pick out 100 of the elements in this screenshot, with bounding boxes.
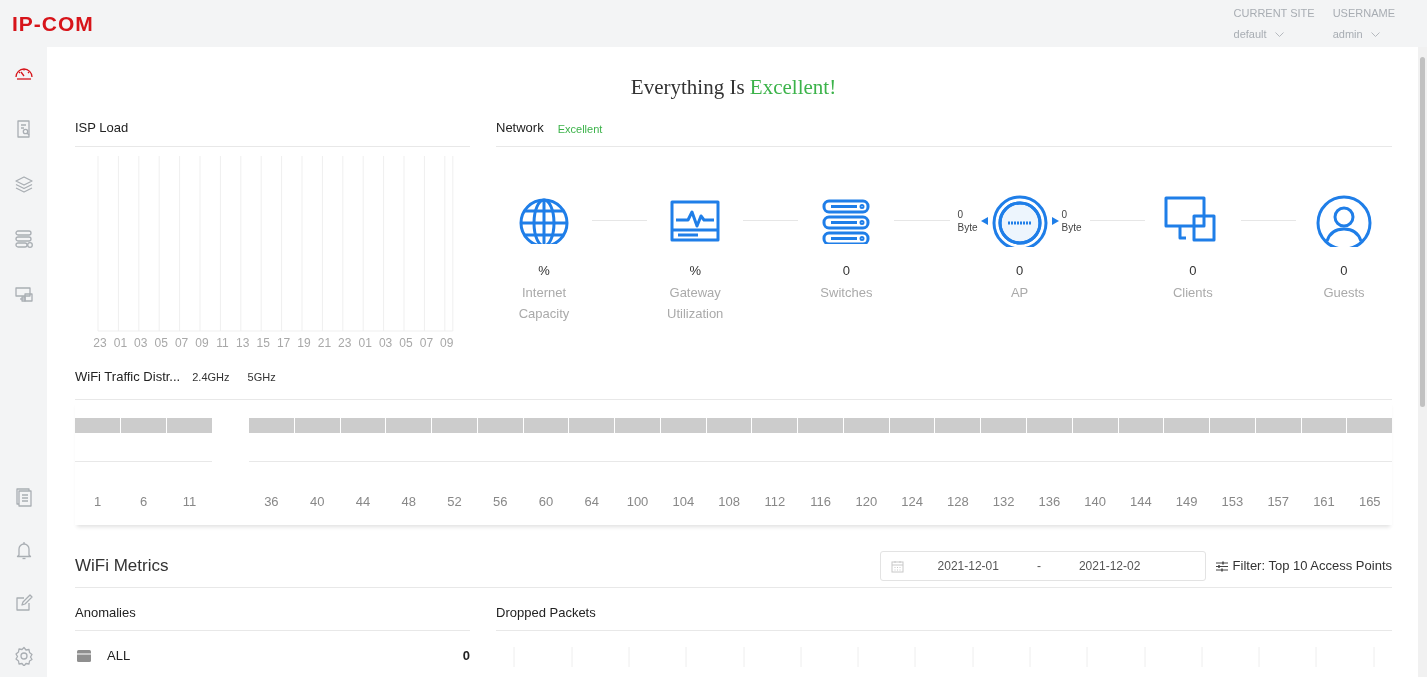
traffic-value: 0 <box>957 208 965 221</box>
node-label: AP <box>1009 284 1030 302</box>
headline-text: Everything Is <box>630 75 745 99</box>
axis-label: 01 <box>358 335 372 352</box>
traffic-bar <box>340 418 386 433</box>
channel-label: 120 <box>855 494 878 509</box>
axis-label: 21 <box>317 335 332 352</box>
channel-label: 157 <box>1267 494 1290 509</box>
channel-label: 6 <box>139 494 148 509</box>
axis-label: 07 <box>419 335 434 352</box>
date-range-field[interactable]: 2021-12-01 - 2021-12-02 <box>879 551 1206 581</box>
globe-icon <box>519 198 569 244</box>
channel-label: 64 <box>584 494 599 509</box>
traffic-bar <box>432 418 477 433</box>
axis-label: 11 <box>216 335 229 352</box>
traffic-bar <box>294 418 340 433</box>
traffic-bar <box>1072 418 1118 433</box>
chevron-down-icon <box>1370 31 1380 37</box>
traffic-bar <box>523 418 569 433</box>
node-label: Guests <box>1322 284 1366 302</box>
channel-label: 36 <box>264 494 279 509</box>
axis-label: 05 <box>399 335 413 352</box>
channel-label: 124 <box>901 494 923 509</box>
channel-label: 11 <box>182 494 197 509</box>
traffic-bar <box>1164 418 1210 433</box>
anomaly-count: 0 <box>462 647 470 666</box>
sliders-icon <box>1215 560 1228 572</box>
section-title: Dropped Packets <box>496 588 1392 631</box>
node-value: 0 <box>842 263 850 279</box>
traffic-value: 0 <box>1061 208 1069 221</box>
site-label: CURRENT SITE <box>1233 5 1315 21</box>
traffic-bar <box>798 418 843 433</box>
traffic-bar <box>1301 418 1347 433</box>
username-label: USERNAME <box>1332 5 1395 21</box>
channel-label: 136 <box>1038 494 1061 509</box>
node-value: % <box>538 263 550 279</box>
axis-label: 19 <box>297 335 311 352</box>
server-stack-icon[interactable] <box>12 228 35 250</box>
node-value: 0 <box>1340 263 1348 279</box>
server-stack-icon <box>821 198 872 244</box>
traffic-unit: Byte <box>957 221 978 234</box>
channel-label: 165 <box>1358 494 1381 509</box>
traffic-bar <box>1347 418 1393 433</box>
traffic-bar <box>935 418 981 433</box>
traffic-bar <box>706 418 752 433</box>
section-title: WiFi Traffic Distr... <box>75 368 181 386</box>
axis-label: 09 <box>440 335 454 352</box>
channel-label: 112 <box>764 494 786 509</box>
traffic-bar <box>477 418 523 433</box>
traffic-bar <box>386 418 432 433</box>
traffic-unit: Byte <box>1061 221 1082 234</box>
axis-label: 03 <box>134 335 148 352</box>
channel-label: 116 <box>810 494 831 509</box>
channel-label: 44 <box>355 494 371 509</box>
traffic-bar <box>569 418 615 433</box>
channel-label: 40 <box>309 494 325 509</box>
start-date: 2021-12-01 <box>937 558 999 575</box>
node-label: Switches <box>819 284 874 302</box>
axis-label: 15 <box>256 335 270 352</box>
axis-label: 07 <box>174 335 189 352</box>
node-value: 0 <box>1189 263 1197 279</box>
axis-label: 13 <box>236 335 250 352</box>
axis-label: 23 <box>93 335 107 352</box>
traffic-bar <box>1118 418 1164 433</box>
traffic-bar <box>167 418 212 433</box>
traffic-bar <box>981 418 1026 433</box>
chevron-down-icon <box>1274 31 1284 37</box>
traffic-bar <box>75 418 120 433</box>
traffic-bar <box>1210 418 1255 433</box>
monitor-pulse-icon <box>670 198 721 244</box>
inbox-icon <box>77 650 91 662</box>
filter-button[interactable]: Filter: Top 10 Access Points <box>1215 556 1392 576</box>
channel-label: 153 <box>1221 494 1244 509</box>
channel-label: 140 <box>1084 494 1106 509</box>
band-tab[interactable]: 5GHz <box>247 367 276 387</box>
triangle-right-icon <box>1051 217 1059 225</box>
scrollbar[interactable] <box>1418 47 1427 677</box>
traffic-bar <box>889 418 935 433</box>
axis-label: 23 <box>338 335 352 352</box>
end-date: 2021-12-02 <box>1078 558 1141 575</box>
axis-label: 17 <box>276 335 291 352</box>
channel-label: 128 <box>947 494 969 509</box>
channel-label: 108 <box>718 494 740 509</box>
traffic-bar <box>1255 418 1301 433</box>
channel-label: 104 <box>672 494 695 509</box>
date-separator: - <box>1036 558 1041 575</box>
traffic-bar <box>121 418 166 433</box>
traffic-bar <box>660 418 706 433</box>
node-label: Clients <box>1171 284 1214 302</box>
traffic-bar <box>843 418 889 433</box>
status-text: Excellent <box>557 122 603 137</box>
channel-label: 52 <box>447 494 462 509</box>
node-value: 0 <box>1015 263 1024 279</box>
channel-label: 144 <box>1130 494 1152 509</box>
band-tab[interactable]: 2.4GHz <box>192 367 230 387</box>
channel-label: 132 <box>992 494 1015 509</box>
section-title: WiFi Metrics <box>75 555 169 578</box>
traffic-bar <box>615 418 660 433</box>
triangle-left-icon <box>980 217 988 225</box>
access-point-icon <box>991 195 1048 247</box>
